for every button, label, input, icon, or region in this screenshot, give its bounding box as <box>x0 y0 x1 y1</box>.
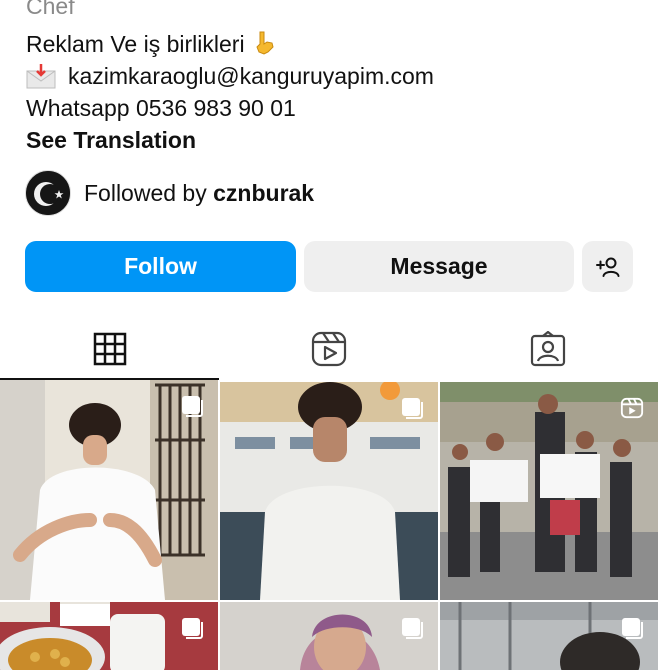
grid-post-3[interactable] <box>440 382 658 600</box>
bio-line-ads: Reklam Ve iş birlikleri <box>26 28 275 60</box>
multiple-photos-icon <box>622 618 643 639</box>
followed-by-prefix: Followed by <box>84 179 207 206</box>
followed-by-row[interactable]: Followed by cznburak <box>25 170 314 216</box>
profile-actions: Follow Message <box>25 241 633 292</box>
followed-by-user[interactable]: cznburak <box>213 180 314 206</box>
tab-posts[interactable] <box>0 318 219 380</box>
multiple-photos-icon <box>182 396 203 417</box>
see-translation-link[interactable]: See Translation <box>26 124 196 156</box>
grid-post-6[interactable] <box>440 602 658 670</box>
tab-tagged[interactable] <box>438 318 657 380</box>
bio-ads-text: Reklam Ve iş birlikleri <box>26 31 245 57</box>
profile-category: Chef <box>26 0 75 19</box>
grid-icon <box>93 332 126 366</box>
profile-tabs <box>0 318 658 380</box>
tab-reels[interactable] <box>219 318 438 380</box>
bio-whatsapp: Whatsapp 0536 983 90 01 <box>26 95 296 121</box>
tagged-icon <box>530 331 565 367</box>
multiple-photos-icon <box>402 618 423 639</box>
followed-by-text: Followed by cznburak <box>84 180 314 207</box>
bio-line-email: kazimkaraoglu@kanguruyapim.com <box>26 60 434 92</box>
grid-post-2[interactable] <box>220 382 438 600</box>
envelope-emoji-icon <box>26 64 56 89</box>
follow-button[interactable]: Follow <box>25 241 296 292</box>
pointing-down-emoji-icon <box>255 31 274 55</box>
follower-avatar[interactable] <box>25 170 71 216</box>
multiple-photos-icon <box>182 618 203 639</box>
grid-post-1[interactable] <box>0 380 218 600</box>
multiple-photos-icon <box>402 398 423 419</box>
grid-post-5[interactable] <box>220 602 438 670</box>
suggested-users-button[interactable] <box>582 241 633 292</box>
message-button[interactable]: Message <box>304 241 574 292</box>
bio-email-link[interactable]: kazimkaraoglu@kanguruyapim.com <box>68 60 434 92</box>
reels-icon <box>311 331 346 367</box>
reels-icon <box>620 397 644 419</box>
crescent-star-icon <box>26 171 70 215</box>
grid-post-4[interactable] <box>0 602 218 670</box>
add-person-icon <box>595 257 619 277</box>
